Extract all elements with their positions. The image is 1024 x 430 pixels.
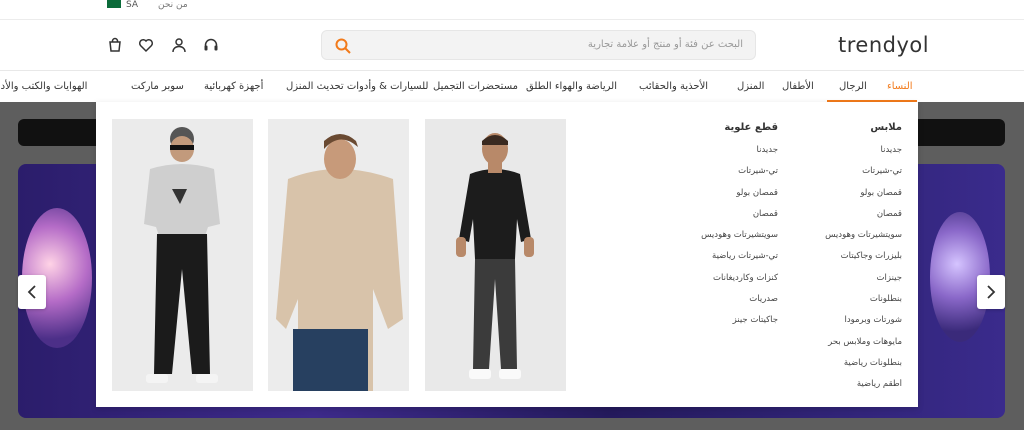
carousel-prev-button[interactable] <box>18 275 46 309</box>
header: البحث عن فئة أو منتج أو علامة تجارية tre… <box>0 20 1024 71</box>
nav-hobbies-books[interactable]: الهوايات والكتب والأدوات الم <box>0 81 87 92</box>
menu-link[interactable]: جاكيتات جينز <box>701 315 778 336</box>
clothing-column: ملابس جديدنا تي-شيرتات قمصان بولو قمصان … <box>825 122 902 391</box>
nav-sports[interactable]: الرياضة والهواء الطلق <box>526 81 617 92</box>
cart-icon[interactable] <box>106 36 124 54</box>
menu-link[interactable]: صدريات <box>701 294 778 315</box>
search-input[interactable]: البحث عن فئة أو منتج أو علامة تجارية <box>321 30 756 60</box>
tops-title[interactable]: قطع علوية <box>701 122 778 133</box>
headset-icon[interactable] <box>202 36 220 54</box>
chevron-right-icon <box>987 285 996 299</box>
menu-link[interactable]: قمصان <box>825 209 902 230</box>
menu-link[interactable]: بليزرات وجاكيتات <box>825 251 902 272</box>
menu-link[interactable]: سويتشيرتات وهوديس <box>701 230 778 251</box>
menu-link[interactable]: بنطلونات <box>825 294 902 315</box>
menu-link[interactable]: كنزات وكارديغانات <box>701 273 778 294</box>
menu-link[interactable]: شورتات وبرمودا <box>825 315 902 336</box>
nav-kids[interactable]: الأطفال <box>782 81 814 92</box>
nav-home[interactable]: المنزل <box>737 81 764 92</box>
trendyol-logo[interactable]: trendyol <box>838 33 929 57</box>
menu-link[interactable]: جينزات <box>825 273 902 294</box>
menu-link[interactable]: قمصان <box>701 209 778 230</box>
menu-link[interactable]: تي-شيرتات <box>701 166 778 187</box>
about-link[interactable]: من نحن <box>158 0 188 10</box>
menu-link[interactable]: جديدنا <box>825 145 903 166</box>
category-nav: النساء الرجال الأطفال المنزل الأحذية وال… <box>0 72 1024 102</box>
search-icon[interactable] <box>334 37 352 55</box>
carousel-next-button[interactable] <box>977 275 1005 309</box>
user-icon[interactable] <box>170 36 188 54</box>
nav-supermarket[interactable]: سوبر ماركت <box>131 81 184 92</box>
menu-link[interactable]: تي-شيرتات <box>825 166 902 187</box>
chevron-left-icon <box>27 285 36 299</box>
menu-link[interactable]: تي-شيرتات رياضية <box>701 251 778 272</box>
nav-cosmetics[interactable]: مستحضرات التجميل <box>433 81 518 92</box>
menu-link[interactable]: بنطلونات رياضية <box>825 358 902 379</box>
nav-auto-diy[interactable]: للسيارات & وأدوات تحديث المنزل <box>286 81 428 92</box>
locale-label[interactable]: SA <box>126 0 138 10</box>
saudi-flag-icon <box>107 0 121 8</box>
promo-image-hoodie[interactable] <box>268 119 409 391</box>
search-placeholder: البحث عن فئة أو منتج أو علامة تجارية <box>587 39 743 50</box>
heart-icon[interactable] <box>137 36 155 54</box>
mega-menu: ملابس جديدنا تي-شيرتات قمصان بولو قمصان … <box>96 102 918 407</box>
nav-electronics[interactable]: أجهزة كهربائية <box>204 81 263 92</box>
menu-link[interactable]: قمصان بولو <box>701 188 778 209</box>
menu-link[interactable]: أطقم رياضية <box>825 379 902 391</box>
nav-shoes-bags[interactable]: الأحذية والحقائب <box>639 81 708 92</box>
menu-link[interactable]: قمصان بولو <box>825 188 902 209</box>
menu-link[interactable]: مايوهات وملابس بحر <box>825 337 902 358</box>
menu-link[interactable]: جديدنا <box>701 145 779 166</box>
top-bar: SA من نحن <box>0 0 1024 20</box>
clothing-title[interactable]: ملابس <box>825 122 902 133</box>
nav-women[interactable]: النساء <box>887 81 913 92</box>
menu-link[interactable]: سويتشيرتات وهوديس <box>825 230 902 251</box>
promo-image-tshirt[interactable] <box>425 119 566 391</box>
nav-men[interactable]: الرجال <box>839 81 867 92</box>
tops-column: قطع علوية جديدنا تي-شيرتات قمصان بولو قم… <box>701 122 778 337</box>
promo-image-outfit[interactable] <box>112 119 253 391</box>
